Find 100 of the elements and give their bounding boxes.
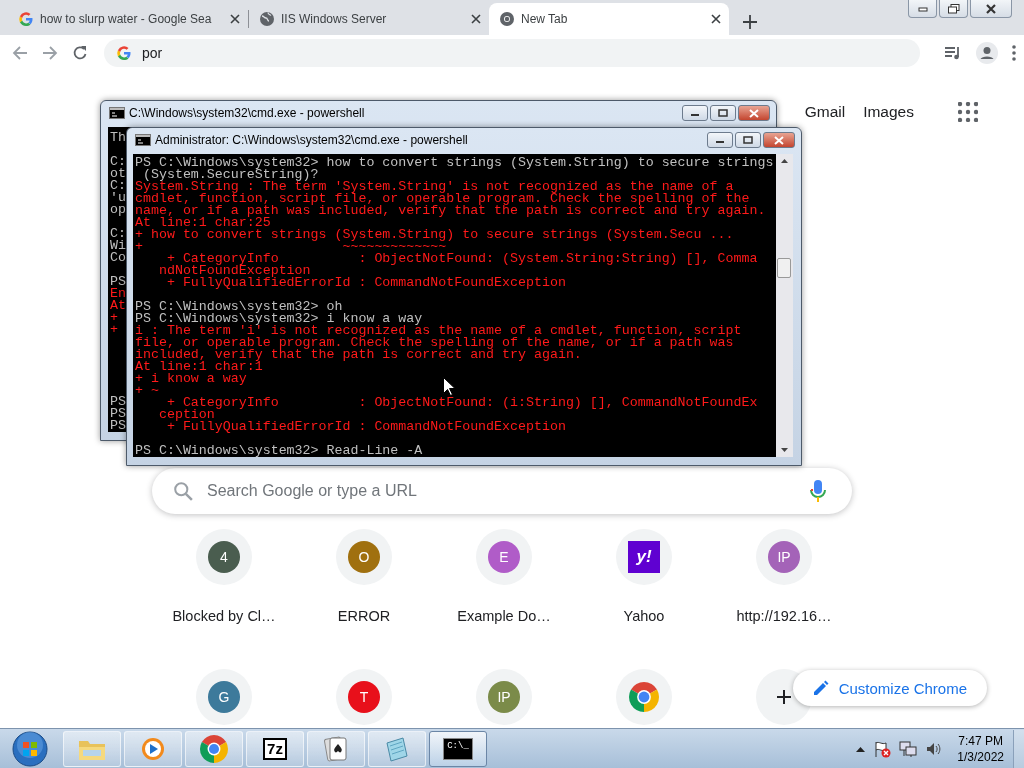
console-icon — [109, 107, 125, 119]
shortcut-tile[interactable]: T — [336, 669, 392, 725]
shortcut-tile[interactable]: y! — [616, 529, 672, 585]
notepad-icon — [383, 734, 411, 763]
menu-icon[interactable] — [1012, 44, 1016, 61]
clock-date: 1/3/2022 — [957, 748, 1004, 765]
window-title: Administrator: C:\Windows\system32\cmd.exe - powershell — [155, 133, 469, 147]
back-icon[interactable] — [12, 44, 28, 61]
error-line: En — [110, 288, 126, 300]
error-line: + — [110, 324, 118, 336]
console-line: PS — [110, 276, 126, 288]
scrollbar[interactable] — [776, 154, 793, 457]
address-bar[interactable]: por — [104, 38, 920, 67]
error-line: + ~ — [135, 385, 159, 397]
close-button[interactable] — [970, 0, 1012, 18]
console-line: (System.SecureString)? — [142, 169, 319, 181]
site-icon: IP — [488, 681, 520, 713]
restore-button[interactable] — [939, 0, 968, 18]
error-line: file, or operable program. Check the spelling of the name, or if a path was — [135, 337, 734, 349]
maximize-button[interactable] — [735, 132, 761, 148]
console-line: 'u — [110, 192, 126, 204]
console-line: C: — [110, 180, 126, 192]
microphone-icon[interactable] — [810, 479, 826, 503]
site-icon: O — [348, 541, 380, 573]
error-line: + CategoryInfo : ObjectNotFound: (System.String:String) [], Comma — [166, 253, 758, 265]
close-button[interactable] — [763, 132, 795, 148]
minimize-button[interactable] — [707, 132, 733, 148]
apps-icon[interactable] — [958, 102, 978, 122]
minimize-icon — [917, 5, 928, 12]
close-button[interactable] — [738, 105, 770, 121]
error-line: + i know a way — [135, 373, 247, 385]
shortcut-title: Blocked by Cl… — [172, 608, 276, 624]
clock-time: 7:47 PM — [958, 732, 1003, 749]
header-link[interactable]: Gmail — [804, 103, 846, 121]
google-icon — [116, 44, 132, 61]
site-logo-icon: y! — [628, 541, 660, 573]
forward-icon[interactable] — [42, 44, 58, 61]
console-line: PS C:\Windows\system32> how to convert strings (System.String) to secure strings — [135, 157, 774, 169]
search-field[interactable]: Search Google or type a URL — [152, 468, 852, 514]
close-icon — [749, 108, 759, 118]
shortcut-tile[interactable]: 4 — [196, 529, 252, 585]
address-text: por — [142, 44, 163, 61]
browser-tab[interactable]: IIS Windows Server — [249, 3, 489, 35]
minimize-button[interactable] — [682, 105, 708, 121]
error-line: included, verify that the path is correct and try again. — [135, 349, 582, 361]
network-icon[interactable] — [899, 739, 918, 758]
error-line: + FullyQualifiedErrorId : CommandNotFoundException — [166, 277, 566, 289]
taskbar-button[interactable] — [307, 730, 365, 767]
browser-tab[interactable]: New Tab — [489, 3, 729, 35]
site-icon: T — [348, 681, 380, 713]
add-icon — [776, 689, 792, 705]
error-line: At — [110, 300, 126, 312]
shortcut-title: http://192.16… — [736, 608, 832, 624]
console-line: PS C:\Windows\system32> i know a way — [135, 313, 423, 325]
console-line: PS C:\Windows\system32> oh — [135, 301, 343, 313]
shortcut-tile[interactable]: E — [476, 529, 532, 585]
globe-icon — [259, 11, 275, 27]
browser-logo-icon — [499, 11, 515, 27]
shortcut-tile[interactable]: IP — [476, 669, 532, 725]
customize-button[interactable]: Customize Chrome — [792, 670, 987, 706]
close-icon[interactable] — [711, 14, 721, 24]
browser-tab[interactable]: how to slurp water - Google Sea — [8, 3, 248, 35]
console-line: ot — [110, 168, 126, 180]
profile-icon[interactable] — [976, 41, 998, 64]
error-line: At line:1 char:1 — [135, 361, 263, 373]
header-link[interactable]: Images — [863, 103, 914, 121]
show-hidden-icons-icon[interactable] — [856, 745, 866, 752]
shortcut-tile[interactable]: G — [196, 669, 252, 725]
shortcut-tile[interactable] — [616, 669, 672, 725]
taskbar-button[interactable]: C:\_ — [429, 730, 487, 767]
scrollbar-thumb[interactable] — [777, 258, 791, 278]
shortcut-tile[interactable]: O — [336, 529, 392, 585]
media-control-icon[interactable] — [944, 44, 962, 61]
error-line: At line:1 char:25 — [135, 217, 271, 229]
error-line: cmdlet, function, script file, or operable program. Check the spelling of the — [135, 193, 750, 205]
browser-logo-icon — [629, 682, 659, 712]
flag-icon[interactable] — [873, 739, 892, 758]
site-icon: IP — [768, 541, 800, 573]
close-icon[interactable] — [230, 14, 240, 24]
shortcut-title: Yahoo — [623, 608, 665, 624]
terminal-icon: C:\_ — [443, 737, 473, 760]
error-line: name, or if a path was included, verify that the path is correct and try again. — [135, 205, 766, 217]
console-line: C: — [110, 156, 126, 168]
console-line: op — [110, 204, 126, 216]
site-icon: 4 — [208, 541, 240, 573]
taskbar-button[interactable] — [185, 730, 243, 767]
close-icon[interactable] — [471, 14, 481, 24]
new-tab-icon[interactable] — [743, 15, 757, 29]
google-icon — [18, 11, 34, 27]
maximize-button[interactable] — [710, 105, 736, 121]
clock[interactable]: 7:47 PM 1/3/2022 — [957, 732, 1004, 765]
playing-cards-icon — [323, 734, 349, 763]
shortcut-tile[interactable]: IP — [756, 529, 812, 585]
taskbar-button[interactable]: 7z — [246, 730, 304, 767]
site-icon: E — [488, 541, 520, 573]
close-icon — [985, 3, 997, 14]
error-line: + how to convert strings (System.String) to secure strings (System.Secu ... — [135, 229, 734, 241]
taskbar-button[interactable] — [368, 730, 426, 767]
reload-icon[interactable] — [72, 44, 88, 61]
console-line: PS — [110, 420, 126, 432]
